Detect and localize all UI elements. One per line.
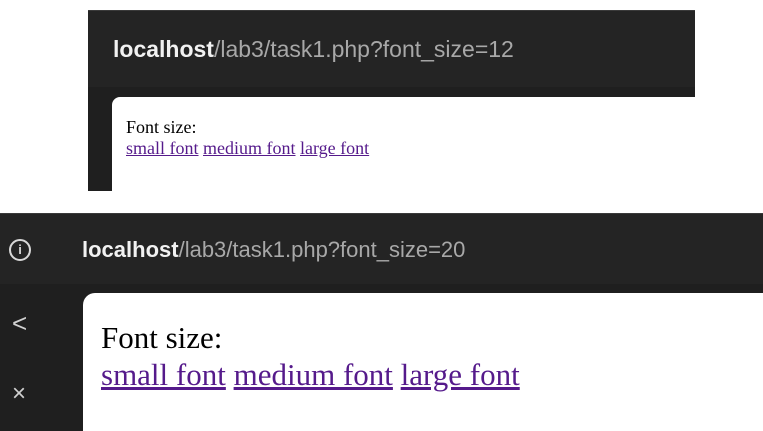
font-links: small font medium font large font — [126, 138, 369, 158]
page-viewport: Font size: small font medium font large … — [112, 97, 695, 191]
address-bar[interactable]: i localhost/lab3/task1.php?font_size=20 — [0, 214, 763, 284]
url-path: /lab3/task1.php?font_size=12 — [213, 36, 514, 62]
url-text[interactable]: localhost/lab3/task1.php?font_size=20 — [82, 237, 465, 263]
url-host: localhost — [82, 237, 179, 262]
browser-screenshot-small-font: localhost/lab3/task1.php?font_size=12 Fo… — [88, 10, 695, 191]
browser-screenshot-large-font: i localhost/lab3/task1.php?font_size=20 … — [0, 213, 763, 431]
large-font-link[interactable]: large font — [300, 138, 369, 158]
small-font-link[interactable]: small font — [126, 138, 199, 158]
address-bar[interactable]: localhost/lab3/task1.php?font_size=12 — [88, 11, 695, 87]
url-path: /lab3/task1.php?font_size=20 — [178, 237, 466, 262]
font-size-label: Font size: — [101, 320, 223, 355]
info-icon[interactable]: i — [9, 239, 31, 261]
url-host: localhost — [113, 36, 214, 62]
chevron-left-icon[interactable]: < — [12, 310, 27, 336]
page-content: Font size: small font medium font large … — [101, 319, 520, 393]
medium-font-link[interactable]: medium font — [234, 357, 393, 392]
close-icon[interactable]: × — [12, 382, 26, 406]
url-text[interactable]: localhost/lab3/task1.php?font_size=12 — [113, 35, 514, 63]
small-font-link[interactable]: small font — [101, 357, 226, 392]
font-size-label: Font size: — [126, 117, 197, 137]
medium-font-link[interactable]: medium font — [203, 138, 296, 158]
page-content: Font size: small font medium font large … — [126, 117, 369, 159]
font-links: small font medium font large font — [101, 357, 520, 392]
large-font-link[interactable]: large font — [401, 357, 520, 392]
page-viewport: Font size: small font medium font large … — [83, 293, 763, 431]
